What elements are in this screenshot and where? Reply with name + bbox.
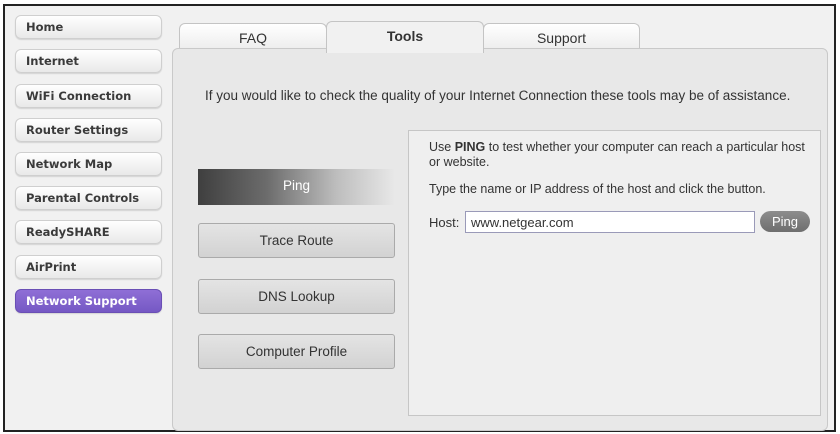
- sidebar-item-parental-controls[interactable]: Parental Controls: [15, 186, 162, 210]
- intro-text: If you would like to check the quality o…: [205, 88, 791, 103]
- trace-route-button[interactable]: Trace Route: [198, 223, 395, 258]
- ping-panel: Use PING to test whether your computer c…: [408, 130, 821, 416]
- ping-instruction: Type the name or IP address of the host …: [429, 182, 766, 196]
- ping-desc-prefix: Use: [429, 140, 455, 154]
- sidebar-item-airprint[interactable]: AirPrint: [15, 255, 162, 279]
- host-input[interactable]: [465, 211, 755, 233]
- dns-lookup-button[interactable]: DNS Lookup: [198, 279, 395, 314]
- router-admin-window: Home Internet WiFi Connection Router Set…: [3, 4, 836, 432]
- ping-submit-button[interactable]: Ping: [760, 211, 810, 232]
- ping-desc-keyword: PING: [454, 140, 486, 154]
- sidebar-item-internet[interactable]: Internet: [15, 49, 162, 73]
- ping-description: Use PING to test whether your computer c…: [429, 140, 814, 170]
- sidebar-item-readyshare[interactable]: ReadySHARE: [15, 220, 162, 244]
- ping-tool-button[interactable]: Ping: [198, 169, 395, 205]
- ping-desc-rest: to test whether your computer can reach …: [429, 140, 805, 169]
- host-label: Host:: [429, 215, 460, 230]
- tab-faq[interactable]: FAQ: [179, 23, 327, 51]
- sidebar-item-network-support[interactable]: Network Support: [15, 289, 162, 313]
- sidebar-item-wifi-connection[interactable]: WiFi Connection: [15, 84, 162, 108]
- sidebar-item-network-map[interactable]: Network Map: [15, 152, 162, 176]
- sidebar-item-router-settings[interactable]: Router Settings: [15, 118, 162, 142]
- computer-profile-button[interactable]: Computer Profile: [198, 334, 395, 369]
- tab-tools[interactable]: Tools: [326, 21, 484, 53]
- tab-support[interactable]: Support: [483, 23, 640, 51]
- sidebar-item-home[interactable]: Home: [15, 15, 162, 39]
